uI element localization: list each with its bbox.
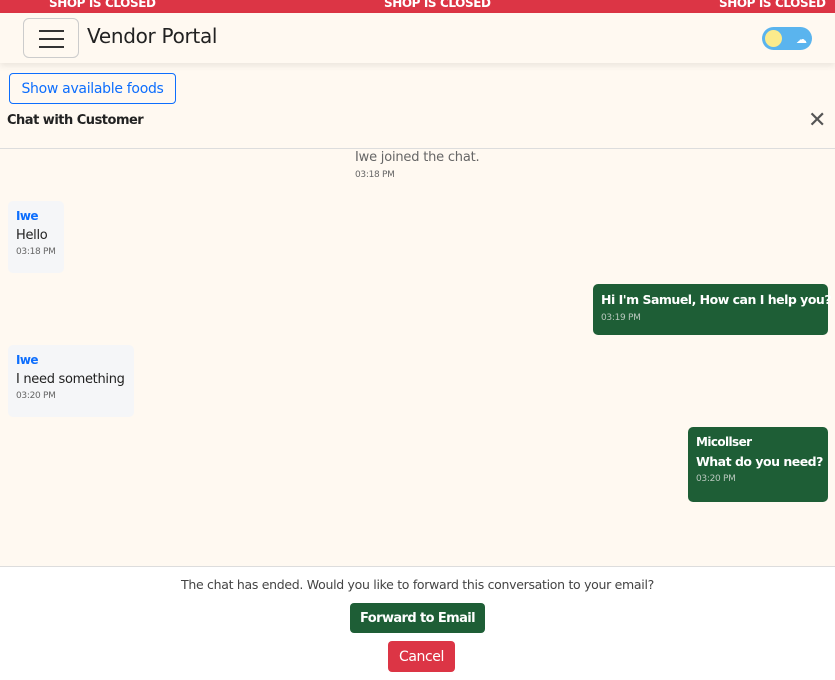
message-sender: Micollser [696,435,752,449]
forward-to-email-button[interactable]: Forward to Email [350,603,485,633]
banner-text: SHOP IS CLOSED [49,0,156,10]
sun-icon [765,30,782,47]
message-time: 03:19 PM [601,313,641,323]
outgoing-message: Micollser What do you need? 03:20 PM [688,427,828,502]
message-text: Hello [16,228,48,243]
system-message: Iwe joined the chat. 03:18 PM [355,150,480,180]
message-sender: Iwe [16,209,38,223]
system-message-text: Iwe joined the chat. [355,150,480,165]
banner-text: SHOP IS CLOSED [384,0,491,10]
message-text: Hi I'm Samuel, How can I help you? [601,292,832,307]
message-text: I need something [16,372,125,387]
chat-title: Chat with Customer [7,113,144,128]
brand-title[interactable]: Vendor Portal [87,24,217,48]
banner-text: SHOP IS CLOSED [719,0,826,10]
cancel-button[interactable]: Cancel [388,641,455,672]
message-time: 03:18 PM [16,247,56,257]
message-text: What do you need? [696,454,823,469]
incoming-message: Iwe Hello 03:18 PM [8,201,64,273]
chat-ended-footer: The chat has ended. Would you like to fo… [0,566,835,680]
system-message-time: 03:18 PM [355,170,395,180]
close-icon[interactable]: ✕ [808,110,826,132]
incoming-message: Iwe I need something 03:20 PM [8,345,134,417]
cloud-icon: ☁ [796,33,807,46]
show-available-foods-button[interactable]: Show available foods [9,73,176,104]
navbar: Vendor Portal ☁ [0,13,835,63]
chat-ended-text: The chat has ended. Would you like to fo… [181,577,654,592]
message-time: 03:20 PM [16,391,56,401]
outgoing-message: Hi I'm Samuel, How can I help you? 03:19… [593,284,832,335]
menu-toggle-button[interactable] [23,18,79,58]
message-time: 03:20 PM [696,474,736,484]
theme-toggle-switch[interactable]: ☁ [762,27,812,50]
shop-closed-banner: SHOP IS CLOSED SHOP IS CLOSED SHOP IS CL… [0,0,835,13]
message-sender: Iwe [16,353,38,367]
chat-header: Chat with Customer ✕ [0,108,835,149]
